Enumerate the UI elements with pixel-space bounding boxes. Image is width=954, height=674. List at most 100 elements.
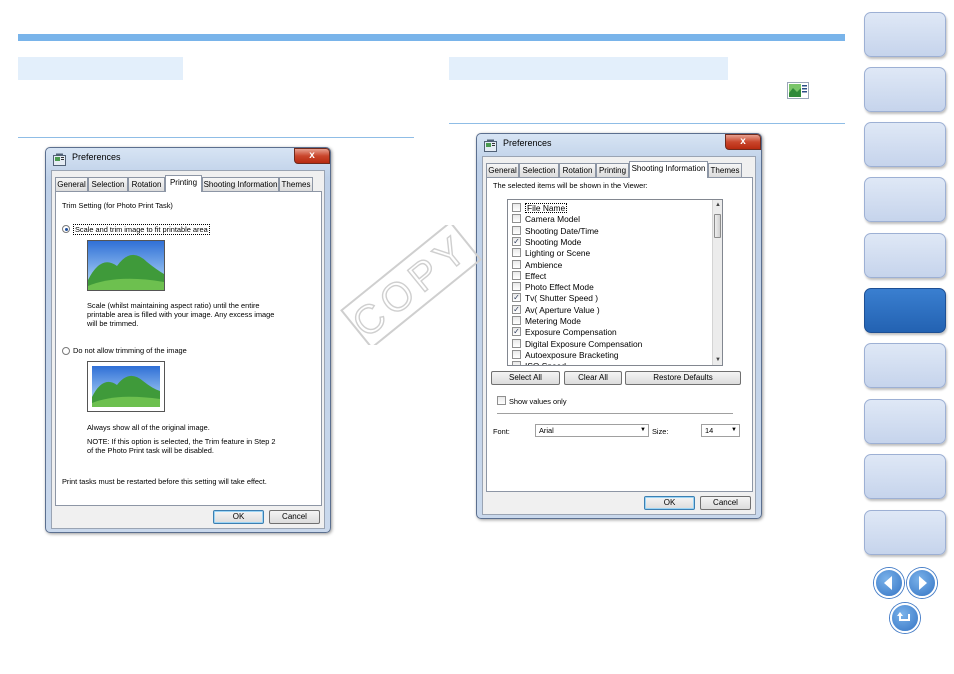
tab-shooting-information[interactable]: Shooting Information	[629, 161, 708, 178]
select-all-button[interactable]: Select All	[491, 371, 560, 385]
note-line-2: of the Photo Print task will be disabled…	[87, 446, 214, 455]
checkbox-checked[interactable]: ✓	[512, 327, 521, 337]
nav-button-4[interactable]	[864, 177, 946, 222]
checkbox-unchecked[interactable]	[512, 270, 521, 280]
tab-selection[interactable]: Selection	[519, 163, 559, 177]
font-select[interactable]: Arial ▼	[535, 424, 649, 437]
nav-button-1[interactable]	[864, 12, 946, 57]
list-item[interactable]: Digital Exposure Compensation	[512, 338, 702, 349]
scroll-up-icon[interactable]: ▲	[714, 201, 722, 209]
notrim-desc: Always show all of the original image.	[87, 423, 210, 432]
checkbox-unchecked[interactable]	[512, 361, 521, 365]
checkbox-unchecked[interactable]	[512, 282, 521, 292]
restore-defaults-button[interactable]: Restore Defaults	[625, 371, 741, 385]
scale-desc-line-2: printable area is filled with your image…	[87, 310, 275, 319]
list-item[interactable]: File Name	[512, 202, 702, 213]
checkbox-unchecked[interactable]	[512, 214, 521, 224]
list-item[interactable]: Metering Mode	[512, 315, 702, 326]
chevron-down-icon: ▼	[731, 427, 737, 433]
nav-button-7[interactable]	[864, 343, 946, 388]
viewer-hint: The selected items will be shown in the …	[493, 181, 648, 190]
list-item[interactable]: ✓ Exposure Compensation	[512, 326, 702, 337]
nav-button-3[interactable]	[864, 122, 946, 167]
option-scale-label[interactable]: Scale and trim image to fit printable ar…	[73, 224, 210, 235]
tab-rotation[interactable]: Rotation	[559, 163, 596, 177]
list-item-label: Digital Exposure Compensation	[525, 338, 643, 349]
list-item[interactable]: ✓ Shooting Mode	[512, 236, 702, 247]
tab-general[interactable]: General	[55, 177, 88, 191]
cancel-button[interactable]: Cancel	[269, 510, 320, 524]
list-scrollbar[interactable]: ▲ ▼	[712, 200, 722, 365]
tab-printing[interactable]: Printing	[596, 163, 629, 177]
separator	[497, 413, 733, 414]
ok-button[interactable]: OK	[644, 496, 695, 510]
nav-button-10[interactable]	[864, 510, 946, 555]
checkbox-unchecked[interactable]	[512, 349, 521, 359]
list-item[interactable]: Effect	[512, 270, 702, 281]
scroll-thumb[interactable]	[714, 214, 721, 238]
cancel-button[interactable]: Cancel	[700, 496, 751, 510]
nav-button-8[interactable]	[864, 399, 946, 444]
tab-themes[interactable]: Themes	[708, 163, 742, 177]
note-line-1: NOTE: If this option is selected, the Tr…	[87, 437, 276, 446]
app-icon	[484, 139, 497, 152]
arrow-left-icon[interactable]	[874, 568, 904, 598]
option-notrim-label[interactable]: Do not allow trimming of the image	[73, 346, 187, 355]
close-button[interactable]: x	[294, 148, 330, 164]
checkbox-checked[interactable]: ✓	[512, 304, 521, 314]
shooting-info-item-list[interactable]: ISO SpeedAutoexposure BracketingDigital …	[507, 199, 723, 366]
list-item-label: File Name	[525, 203, 568, 213]
dialog-title: Preferences	[72, 152, 121, 162]
list-item[interactable]: Camera Model	[512, 213, 702, 224]
tab-selection[interactable]: Selection	[88, 177, 128, 191]
size-select[interactable]: 14 ▼	[701, 424, 740, 437]
checkbox-checked[interactable]: ✓	[512, 236, 521, 246]
tab-printing[interactable]: Printing	[165, 175, 202, 192]
divider-left	[18, 137, 414, 138]
tab-rotation[interactable]: Rotation	[128, 177, 165, 191]
list-item[interactable]: ISO Speed	[512, 360, 702, 365]
tab-strip: General Selection Rotation Printing Shoo…	[486, 161, 756, 178]
scroll-down-icon[interactable]: ▼	[714, 356, 722, 364]
checkbox-unchecked[interactable]	[512, 225, 521, 235]
tab-themes[interactable]: Themes	[279, 177, 313, 191]
list-item[interactable]: Shooting Date/Time	[512, 225, 702, 236]
watermark-text: COPY	[344, 225, 478, 345]
tab-shooting-information[interactable]: Shooting Information	[202, 177, 279, 191]
list-item[interactable]: ✓ Av( Aperture Value )	[512, 304, 702, 315]
checkbox-unchecked[interactable]	[512, 203, 521, 212]
nav-button-6-active[interactable]	[864, 288, 946, 333]
list-item-label: Lighting or Scene	[525, 248, 591, 259]
chevron-down-icon: ▼	[640, 427, 646, 433]
clear-all-button[interactable]: Clear All	[564, 371, 622, 385]
list-item-label: Av( Aperture Value )	[525, 304, 600, 315]
radio-no-trimming[interactable]	[62, 347, 70, 355]
checkbox-unchecked[interactable]	[512, 338, 521, 348]
printing-tab-page: Trim Setting (for Photo Print Task) Scal…	[55, 191, 322, 506]
list-item-label: Photo Effect Mode	[525, 282, 594, 293]
tab-general[interactable]: General	[486, 163, 519, 177]
checkbox-checked[interactable]: ✓	[512, 293, 521, 303]
checkbox-unchecked[interactable]	[512, 316, 521, 325]
return-icon[interactable]	[890, 603, 920, 633]
close-button[interactable]: x	[725, 134, 761, 150]
dialog-body: General Selection Rotation Printing Shoo…	[482, 156, 756, 515]
size-select-value: 14	[705, 426, 714, 435]
nav-button-9[interactable]	[864, 454, 946, 499]
viewer-icon	[787, 82, 809, 99]
nav-button-5[interactable]	[864, 233, 946, 278]
radio-scale-and-trim[interactable]	[62, 225, 70, 233]
size-label: Size:	[652, 427, 669, 436]
checkbox-unchecked[interactable]	[512, 259, 521, 269]
list-item[interactable]: ✓ Tv( Shutter Speed )	[512, 292, 702, 303]
list-item[interactable]: Lighting or Scene	[512, 247, 702, 258]
list-item[interactable]: Ambience	[512, 259, 702, 270]
list-item[interactable]: Autoexposure Bracketing	[512, 349, 702, 360]
ok-button[interactable]: OK	[213, 510, 264, 524]
arrow-right-icon[interactable]	[907, 568, 937, 598]
header-accent-bar	[18, 34, 845, 41]
checkbox-unchecked[interactable]	[512, 248, 521, 258]
nav-button-2[interactable]	[864, 67, 946, 112]
list-item[interactable]: Photo Effect Mode	[512, 281, 702, 292]
show-values-only-checkbox[interactable]	[497, 396, 506, 405]
